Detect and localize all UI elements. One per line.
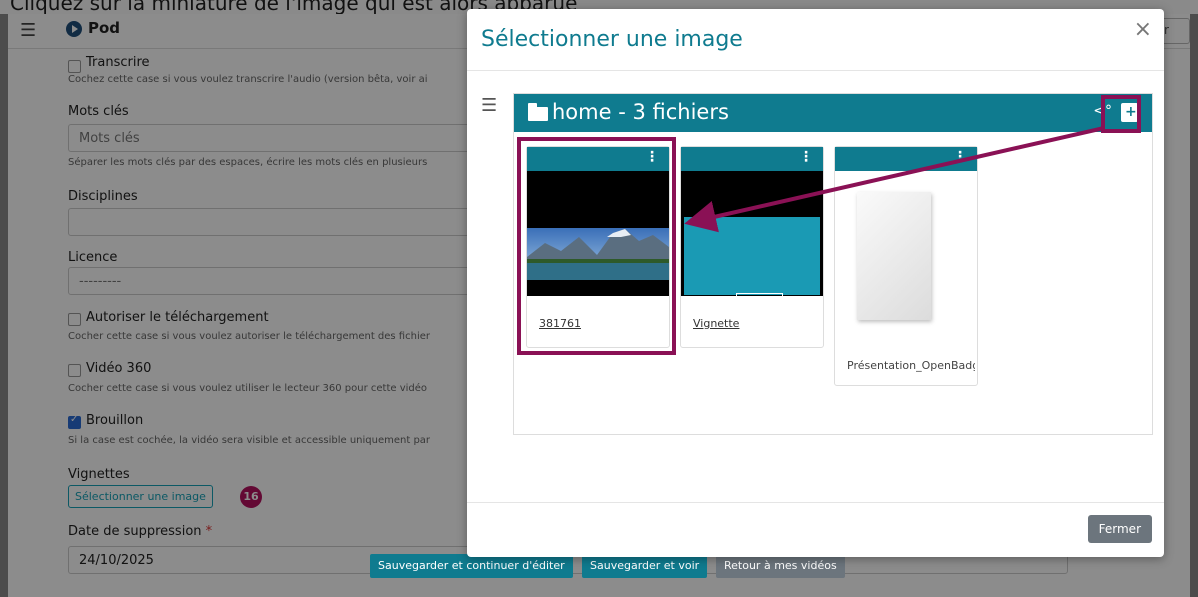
file-card-vignette[interactable]: ⋮ Open badge Vignette: [680, 146, 824, 348]
file-thumbnail-openbadge[interactable]: Open badge: [681, 171, 823, 306]
modal-footer-divider: [467, 502, 1164, 503]
highlight-box-upload: [1101, 95, 1141, 133]
back-to-videos-button[interactable]: Retour à mes vidéos: [716, 554, 845, 578]
folder-icon: [528, 103, 548, 121]
save-continue-button[interactable]: Sauvegarder et continuer d'éditer: [370, 554, 573, 578]
folder-title: home - 3 fichiers: [552, 100, 729, 124]
file-tree-menu-icon[interactable]: ☰: [481, 95, 497, 116]
file-name-presentation[interactable]: Présentation_OpenBadg: [847, 359, 975, 372]
file-card-header: ⋮: [681, 147, 823, 171]
more-options-icon[interactable]: ⋮: [953, 149, 967, 165]
file-manager-header: home - 3 fichiers <°: [514, 94, 1152, 132]
more-options-icon[interactable]: ⋮: [799, 149, 813, 165]
save-view-button[interactable]: Sauvegarder et voir: [582, 554, 708, 578]
close-button[interactable]: Fermer: [1087, 515, 1152, 543]
file-card-header: ⋮: [835, 147, 977, 171]
file-card-presentation[interactable]: ⋮ Présentation_OpenBadg: [834, 146, 978, 386]
modal-title: Sélectionner une image: [481, 27, 743, 52]
document-icon[interactable]: [857, 192, 931, 320]
thumbnail-text: Open badge: [736, 293, 783, 306]
highlight-box-thumbnail: [517, 137, 676, 355]
file-link-vignette[interactable]: Vignette: [693, 317, 739, 330]
close-icon[interactable]: ×: [1134, 17, 1152, 42]
modal-header-divider: [467, 70, 1164, 71]
